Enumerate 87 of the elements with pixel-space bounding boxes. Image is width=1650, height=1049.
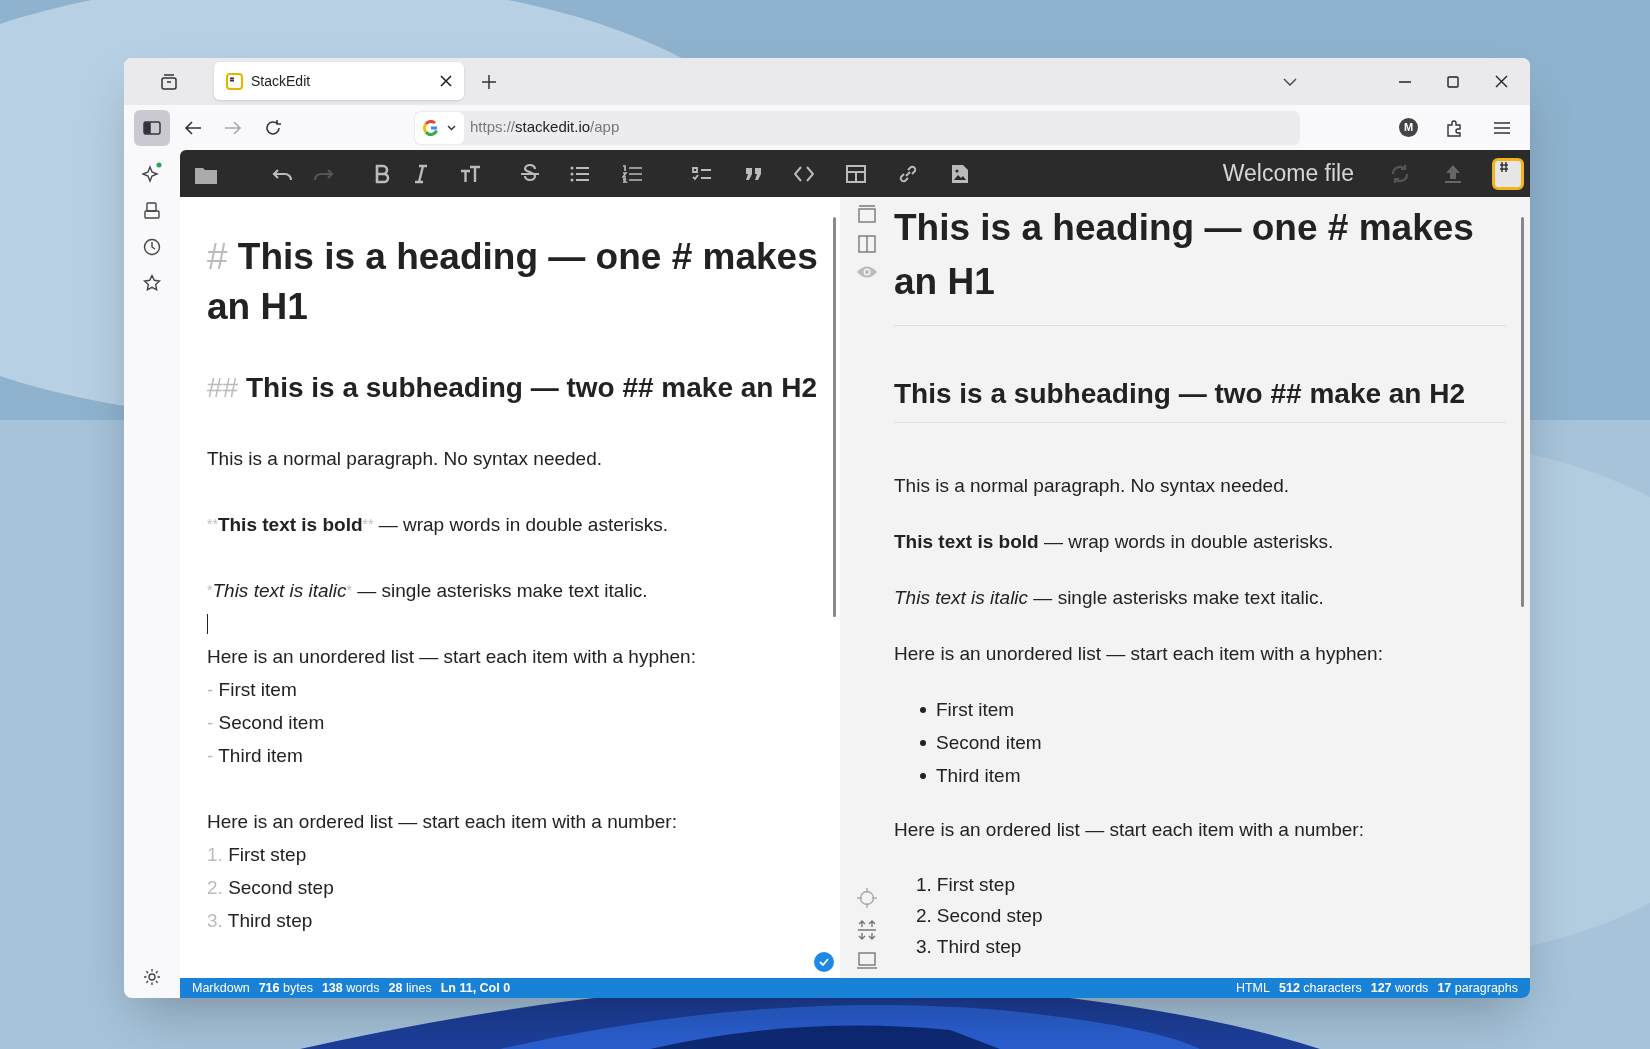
reload-icon[interactable]	[264, 118, 282, 137]
tab-title: StackEdit	[251, 71, 312, 91]
bullet-icon	[920, 739, 926, 746]
check-icon	[819, 958, 829, 966]
heading-line: # This is a heading — one # makes an H1	[207, 235, 819, 329]
address-bar[interactable]: https://stackedit.io/app	[414, 110, 1300, 145]
columns-icon[interactable]	[858, 235, 876, 253]
status-stat: 138 words	[321, 979, 380, 997]
list-item: Third step	[936, 935, 1022, 959]
paragraph-line: Here is an unordered list — start each item with a hyphen:	[207, 645, 697, 669]
list-line: - Third item	[207, 744, 304, 768]
app-logo-icon	[226, 72, 243, 90]
app-menu-button[interactable]	[1492, 157, 1524, 190]
url-text: https://stackedit.io/app	[470, 117, 620, 138]
panel-icon[interactable]	[858, 205, 876, 223]
list-item: Second step	[936, 904, 1043, 928]
chevron-down-icon[interactable]	[1283, 77, 1297, 86]
chevron-down-icon	[447, 124, 456, 131]
heading: This is a heading — one # makes an H1	[894, 201, 1506, 326]
italic-text-line: *This text is italic* — single asterisks make text italic.	[207, 579, 649, 603]
scroll-sync-icon[interactable]	[858, 920, 876, 940]
minimize-icon[interactable]	[1399, 80, 1411, 83]
paragraph: This is a normal paragraph. No syntax needed.	[894, 474, 1290, 498]
list-item: Second item	[936, 731, 1042, 755]
scrollbar-thumb[interactable]	[1521, 217, 1524, 607]
browser-tab[interactable]: StackEdit	[214, 62, 464, 100]
status-stat: 512 characters	[1279, 979, 1362, 997]
paragraph-line: Here is an ordered list — start each item with a number:	[207, 810, 678, 834]
close-icon[interactable]	[1495, 75, 1508, 88]
editor-pane[interactable]	[180, 197, 840, 978]
paragraph-line: This is a normal paragraph. No syntax needed.	[207, 447, 603, 471]
status-position: Ln 11, Col 0	[440, 979, 511, 997]
profile-avatar[interactable]: M	[1399, 118, 1418, 137]
list-line: 1. First step	[207, 843, 308, 867]
list-line: - First item	[207, 678, 298, 702]
italic-icon[interactable]	[412, 163, 430, 184]
list-line: 2. Second step	[207, 876, 335, 900]
numbered-list-icon[interactable]	[622, 163, 642, 184]
menu-icon[interactable]	[1494, 121, 1510, 134]
list-line: 3. Third step	[207, 909, 314, 933]
bullet-icon	[920, 706, 926, 713]
search-engine-icon	[423, 119, 439, 136]
maximize-icon[interactable]	[1447, 75, 1459, 88]
new-tab-icon[interactable]	[482, 74, 496, 89]
list-item: First item	[936, 698, 1015, 722]
file-title[interactable]: Welcome file	[1222, 156, 1354, 191]
strikethrough-icon[interactable]	[520, 163, 540, 184]
status-stat: 28 lines	[388, 979, 432, 997]
history-icon[interactable]	[143, 238, 161, 256]
bold-icon[interactable]	[374, 163, 390, 184]
list-line: - Second item	[207, 711, 326, 735]
upload-icon[interactable]	[1444, 163, 1462, 184]
paragraph: Here is an ordered list — start each item with a number:	[894, 818, 1365, 842]
status-label: Markdown	[192, 979, 250, 997]
tab-list-icon[interactable]	[160, 72, 178, 91]
sidebar-icon	[143, 120, 161, 135]
sidebar-toggle-button[interactable]	[134, 109, 170, 146]
list-item: First step	[936, 873, 1015, 897]
star-icon[interactable]	[143, 274, 161, 292]
link-icon[interactable]	[898, 163, 918, 184]
hash-icon	[1499, 160, 1509, 173]
list-item: Third item	[936, 764, 1021, 788]
settings-icon[interactable]	[143, 968, 161, 986]
list-number: 2.	[916, 904, 932, 928]
table-icon[interactable]	[846, 163, 866, 184]
text-size-icon[interactable]	[460, 163, 480, 184]
list-number: 1.	[916, 873, 932, 897]
status-label: HTML	[1235, 979, 1270, 997]
status-stat: 17 paragraphs	[1437, 979, 1518, 997]
status-stat: 127 words	[1370, 979, 1429, 997]
paragraph: Here is an unordered list — start each item with a hyphen:	[894, 642, 1384, 666]
scrollbar-thumb[interactable]	[833, 217, 836, 617]
bullet-icon	[920, 772, 926, 779]
close-icon[interactable]	[440, 75, 452, 87]
list-number: 3.	[916, 935, 932, 959]
puzzle-piece-icon[interactable]	[1446, 118, 1464, 137]
paragraph: This text is italic — single asterisks make text italic.	[894, 586, 1325, 610]
back-icon[interactable]	[184, 119, 202, 136]
subheading-line: ## This is a subheading — two ## make an H2	[207, 371, 818, 405]
bold-text-line: **This text is bold** — wrap words in double asterisks.	[207, 513, 670, 537]
status-stat: 716 bytes	[258, 979, 313, 997]
image-icon[interactable]	[950, 163, 970, 184]
text-cursor	[207, 613, 208, 634]
sparkle-icon[interactable]	[141, 162, 163, 184]
search-engine-button[interactable]	[415, 111, 464, 144]
paragraph: This text is bold — wrap words in double asterisks.	[894, 530, 1335, 554]
subheading: This is a subheading — two ## make an H2	[894, 374, 1506, 423]
